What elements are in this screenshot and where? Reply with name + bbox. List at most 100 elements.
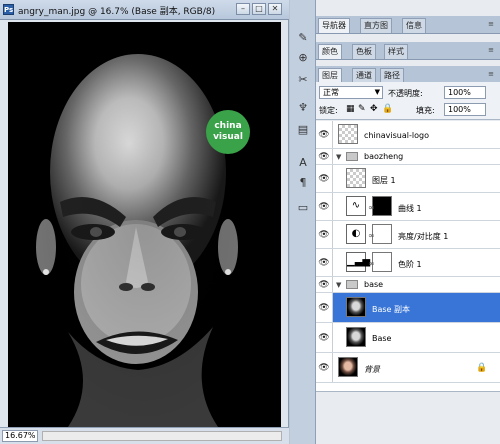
horizontal-scrollbar[interactable] bbox=[42, 431, 282, 441]
photoshop-doc-icon: Ps bbox=[3, 4, 14, 15]
layer-name: 背景 bbox=[364, 365, 380, 374]
zoom-level[interactable]: 16.67% bbox=[2, 430, 38, 442]
group-name: baozheng bbox=[364, 152, 404, 161]
link-icon: ∞ bbox=[368, 203, 375, 212]
character-icon[interactable]: A bbox=[294, 155, 312, 171]
tab-color[interactable]: 颜色 bbox=[318, 44, 342, 59]
lock-position-icon[interactable]: ✥ bbox=[370, 104, 378, 114]
panel-menu-icon[interactable]: ≡ bbox=[486, 45, 496, 55]
panel-group-navigator: 导航器 直方图 信息 ≡ bbox=[316, 16, 500, 34]
layer-name: 色阶 1 bbox=[398, 260, 422, 269]
group-name: base bbox=[364, 280, 384, 289]
layer-thumbnail bbox=[346, 297, 366, 317]
minimize-button[interactable]: – bbox=[236, 3, 250, 15]
curves-icon: ∿ bbox=[346, 196, 366, 216]
opacity-field[interactable]: 100% bbox=[444, 86, 486, 99]
actions-icon[interactable]: ▤ bbox=[294, 122, 312, 138]
layer-thumbnail bbox=[338, 357, 358, 377]
panel-menu-icon[interactable]: ≡ bbox=[486, 19, 496, 29]
opacity-value: 100% bbox=[448, 88, 471, 97]
panel-dock: ✎ ⊕ ✂ ♆ ▤ A ¶ ▭ bbox=[290, 0, 316, 444]
eye-icon[interactable]: 👁 bbox=[318, 201, 330, 213]
tab-histogram[interactable]: 直方图 bbox=[360, 18, 392, 33]
tab-navigator[interactable]: 导航器 bbox=[318, 18, 350, 33]
layer-row-selected[interactable]: 👁 Base 副本 bbox=[316, 293, 500, 323]
layer-row[interactable]: 👁 图层 1 bbox=[316, 165, 500, 193]
layer-name: Base 副本 bbox=[372, 305, 411, 314]
eye-icon[interactable]: 👁 bbox=[318, 129, 330, 141]
layer-group-row[interactable]: 👁 ▼ baozheng bbox=[316, 149, 500, 165]
layer-row[interactable]: 👁 chinavisual-logo bbox=[316, 121, 500, 149]
tab-styles[interactable]: 样式 bbox=[384, 44, 408, 59]
panels-column: 导航器 直方图 信息 ≡ 颜色 色板 样式 ≡ 图层 通道 路径 ≡ 正常 ▼ … bbox=[316, 0, 500, 444]
eye-icon[interactable]: 👁 bbox=[318, 302, 330, 314]
tab-paths[interactable]: 路径 bbox=[380, 68, 404, 83]
lock-pixels-icon[interactable]: ✎ bbox=[358, 104, 366, 114]
logo-text-line1: china bbox=[214, 121, 242, 131]
eye-icon[interactable]: 👁 bbox=[318, 362, 330, 374]
panel-group-color: 颜色 色板 样式 ≡ bbox=[316, 42, 500, 60]
lock-label: 锁定: bbox=[319, 106, 338, 115]
layer-name: 图层 1 bbox=[372, 176, 396, 185]
expand-triangle-icon[interactable]: ▼ bbox=[336, 153, 341, 161]
fill-field[interactable]: 100% bbox=[444, 103, 486, 116]
close-button[interactable]: ✕ bbox=[268, 3, 282, 15]
document-window: Ps angry_man.jpg @ 16.7% (Base 副本, RGB/8… bbox=[0, 0, 289, 444]
layer-row[interactable]: 👁 ∿ ∞ 曲线 1 bbox=[316, 193, 500, 221]
layer-mask-thumbnail bbox=[372, 252, 392, 272]
tab-channels[interactable]: 通道 bbox=[352, 68, 376, 83]
blend-mode-select[interactable]: 正常 ▼ bbox=[319, 86, 383, 99]
link-icon: ∞ bbox=[368, 231, 375, 240]
layer-row-background[interactable]: 👁 背景 🔒 bbox=[316, 353, 500, 383]
tab-swatches[interactable]: 色板 bbox=[352, 44, 376, 59]
lock-icon: 🔒 bbox=[476, 363, 488, 373]
brightness-contrast-icon: ◐ bbox=[346, 224, 366, 244]
layer-group-row[interactable]: 👁 ▼ base bbox=[316, 277, 500, 293]
image-canvas[interactable]: china visual bbox=[8, 22, 281, 427]
folder-icon bbox=[346, 152, 358, 161]
expand-triangle-icon[interactable]: ▼ bbox=[336, 281, 341, 289]
eye-icon[interactable]: 👁 bbox=[318, 229, 330, 241]
clone-source-icon[interactable]: ⊕ bbox=[294, 50, 312, 66]
tab-layers[interactable]: 图层 bbox=[318, 68, 342, 83]
history-icon[interactable]: ♆ bbox=[294, 100, 312, 116]
panel-menu-icon[interactable]: ≡ bbox=[486, 69, 496, 79]
layers-panel-footer bbox=[316, 391, 500, 444]
opacity-label: 不透明度: bbox=[388, 89, 423, 98]
layer-mask-thumbnail bbox=[372, 224, 392, 244]
layer-thumbnail bbox=[346, 168, 366, 188]
blend-mode-value: 正常 bbox=[323, 88, 339, 97]
layer-mask-thumbnail bbox=[372, 196, 392, 216]
eye-icon[interactable]: 👁 bbox=[318, 173, 330, 185]
layer-row[interactable]: 👁 ▁▃▅ ∞ 色阶 1 bbox=[316, 249, 500, 277]
maximize-button[interactable]: □ bbox=[252, 3, 266, 15]
layers-list[interactable]: 👁 chinavisual-logo 👁 ▼ baozheng 👁 图层 1 👁… bbox=[316, 121, 500, 391]
layer-row[interactable]: 👁 Base bbox=[316, 323, 500, 353]
layer-thumbnail bbox=[338, 124, 358, 144]
fill-label: 填充: bbox=[416, 106, 435, 115]
logo-text-line2: visual bbox=[213, 132, 243, 142]
angry-man-photo bbox=[8, 22, 281, 427]
levels-icon: ▁▃▅ bbox=[346, 252, 370, 272]
eye-icon[interactable]: 👁 bbox=[318, 257, 330, 269]
paragraph-icon[interactable]: ¶ bbox=[294, 175, 312, 191]
link-icon: ∞ bbox=[368, 259, 375, 268]
eye-icon[interactable]: 👁 bbox=[318, 279, 330, 291]
layer-name: chinavisual-logo bbox=[364, 131, 429, 140]
brush-preset-icon[interactable]: ✎ bbox=[294, 30, 312, 46]
lock-transparent-icon[interactable]: ▦ bbox=[346, 104, 355, 114]
eye-icon[interactable]: 👁 bbox=[318, 332, 330, 344]
document-title-bar[interactable]: Ps angry_man.jpg @ 16.7% (Base 副本, RGB/8… bbox=[0, 0, 289, 20]
lock-all-icon[interactable]: 🔒 bbox=[382, 104, 393, 114]
eye-icon[interactable]: 👁 bbox=[318, 151, 330, 163]
layer-thumbnail bbox=[346, 327, 366, 347]
chinavisual-logo-watermark: china visual bbox=[206, 110, 250, 154]
tab-info[interactable]: 信息 bbox=[402, 18, 426, 33]
fill-value: 100% bbox=[448, 105, 471, 114]
layer-name: 亮度/对比度 1 bbox=[398, 232, 449, 241]
layer-row[interactable]: 👁 ◐ ∞ 亮度/对比度 1 bbox=[316, 221, 500, 249]
status-bar: 16.67% bbox=[0, 427, 289, 444]
tool-presets-icon[interactable]: ✂ bbox=[294, 72, 312, 88]
document-title: angry_man.jpg @ 16.7% (Base 副本, RGB/8) bbox=[18, 7, 216, 17]
notes-icon[interactable]: ▭ bbox=[294, 200, 312, 216]
